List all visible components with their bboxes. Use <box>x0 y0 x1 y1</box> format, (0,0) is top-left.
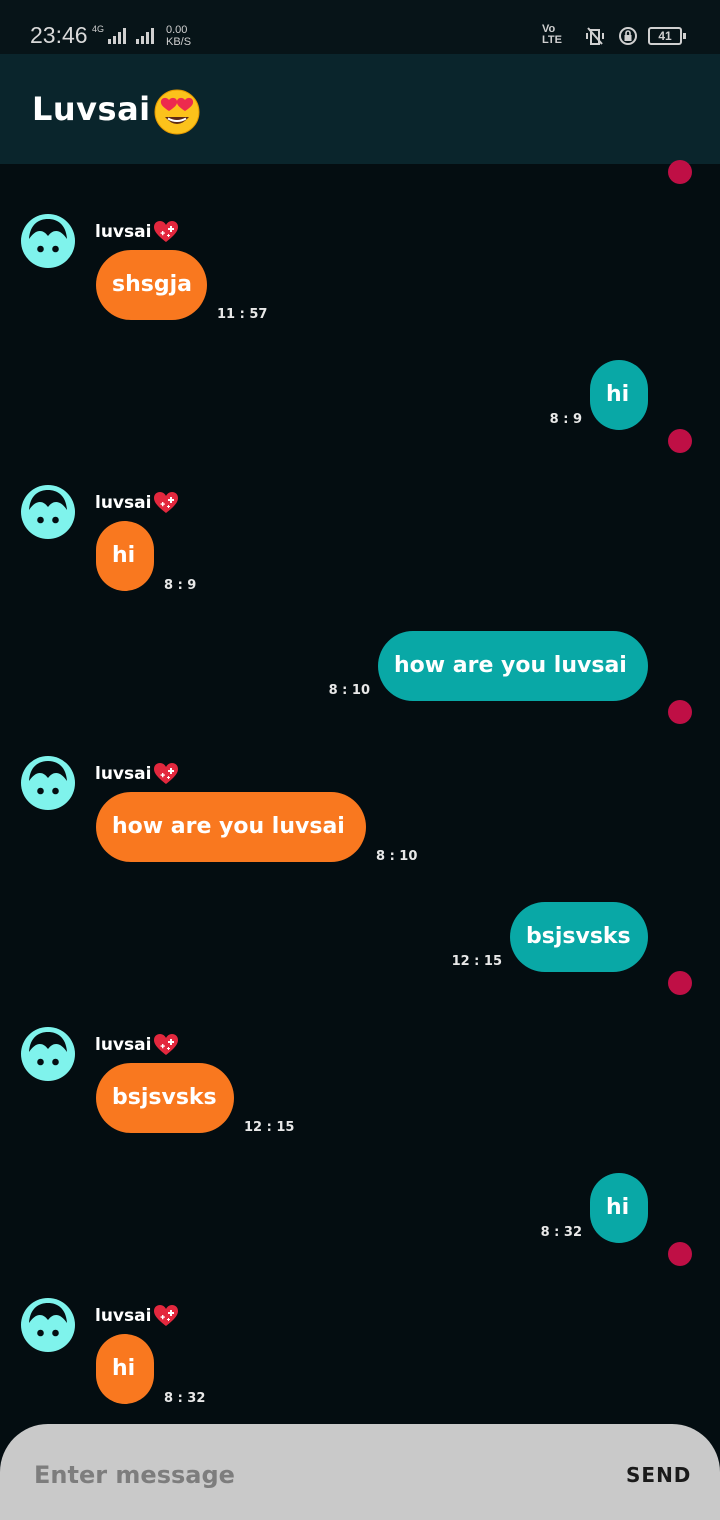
message-time: 8 : 9 <box>549 412 582 427</box>
unread-dot <box>668 160 692 184</box>
volte-line2: LTE <box>542 34 562 46</box>
sparkling-heart-icon <box>153 1304 179 1328</box>
message-composer: SEND <box>0 1424 720 1520</box>
message-time: 8 : 32 <box>540 1225 582 1240</box>
message-time: 12 : 15 <box>244 1120 295 1135</box>
message-time: 12 : 15 <box>451 954 502 969</box>
unread-dot <box>668 971 692 995</box>
avatar[interactable] <box>21 1298 75 1352</box>
avatar[interactable] <box>21 756 75 810</box>
outgoing-message[interactable]: bsjsvsks 12 : 15 <box>0 902 720 1012</box>
chat-screen: 23:46 4G 0.00 KB/S Vo LTE 41 Luvsai luvs… <box>0 0 720 1520</box>
message-input[interactable] <box>32 1454 576 1496</box>
signal-icon-2 <box>136 28 158 44</box>
sender-name: luvsai <box>95 1035 152 1055</box>
status-time: 23:46 <box>30 22 88 48</box>
chat-title: Luvsai <box>32 90 151 128</box>
unread-dot <box>668 429 692 453</box>
rotation-lock-icon <box>619 27 637 45</box>
message-list[interactable]: luvsai shsgja 11 : 57 hi 8 : 9 luvsai hi 8 : 9h… <box>0 160 720 1424</box>
avatar[interactable] <box>21 214 75 268</box>
message-bubble[interactable]: hi <box>590 360 648 430</box>
message-bubble[interactable]: how are you luvsai <box>378 631 648 701</box>
volte-indicator: Vo LTE <box>542 24 562 46</box>
sender-name: luvsai <box>95 493 152 513</box>
incoming-message[interactable]: luvsai hi 8 : 9 <box>0 485 720 595</box>
message-time: 8 : 10 <box>328 683 370 698</box>
sparkling-heart-icon <box>153 762 179 786</box>
send-button[interactable]: SEND <box>612 1460 702 1490</box>
sparkling-heart-icon <box>153 491 179 515</box>
message-bubble[interactable]: shsgja <box>96 250 207 320</box>
message-bubble[interactable]: how are you luvsai <box>96 792 366 862</box>
vibrate-icon <box>586 27 604 45</box>
message-time: 11 : 57 <box>217 307 268 322</box>
outgoing-message[interactable]: hi 8 : 9 <box>0 360 720 470</box>
avatar[interactable] <box>21 1027 75 1081</box>
unread-dot <box>668 1242 692 1266</box>
speed-value: 0.00 <box>166 24 188 36</box>
message-bubble[interactable]: hi <box>96 521 154 591</box>
battery-icon: 41 <box>648 27 682 45</box>
heart-eyes-emoji-icon <box>154 89 200 135</box>
incoming-message[interactable]: luvsai bsjsvsks 12 : 15 <box>0 1027 720 1137</box>
incoming-message[interactable]: luvsai how are you luvsai 8 : 10 <box>0 756 720 866</box>
sender-name: luvsai <box>95 1306 152 1326</box>
avatar[interactable] <box>21 485 75 539</box>
incoming-message[interactable]: luvsai hi 8 : 32 <box>0 1298 720 1408</box>
sender-name: luvsai <box>95 222 152 242</box>
unread-dot <box>668 700 692 724</box>
network-type: 4G <box>92 24 105 34</box>
sparkling-heart-icon <box>153 220 179 244</box>
message-time: 8 : 10 <box>376 849 418 864</box>
incoming-message[interactable]: luvsai shsgja 11 : 57 <box>0 214 720 324</box>
message-bubble[interactable]: bsjsvsks <box>510 902 648 972</box>
message-bubble[interactable]: bsjsvsks <box>96 1063 234 1133</box>
app-bar: Luvsai <box>0 54 720 164</box>
signal-icon <box>108 28 130 44</box>
message-bubble[interactable]: hi <box>590 1173 648 1243</box>
network-speed: 0.00 KB/S <box>166 24 191 48</box>
message-time: 8 : 9 <box>164 578 197 593</box>
speed-unit: KB/S <box>166 36 192 48</box>
message-time: 8 : 32 <box>164 1391 206 1406</box>
outgoing-message[interactable]: hi 8 : 32 <box>0 1173 720 1283</box>
sender-name: luvsai <box>95 764 152 784</box>
message-bubble[interactable]: hi <box>96 1334 154 1404</box>
battery-tip <box>683 33 686 39</box>
sparkling-heart-icon <box>153 1033 179 1057</box>
status-bar: 23:46 4G 0.00 KB/S Vo LTE 41 <box>0 0 720 54</box>
outgoing-message[interactable]: how are you luvsai 8 : 10 <box>0 631 720 741</box>
